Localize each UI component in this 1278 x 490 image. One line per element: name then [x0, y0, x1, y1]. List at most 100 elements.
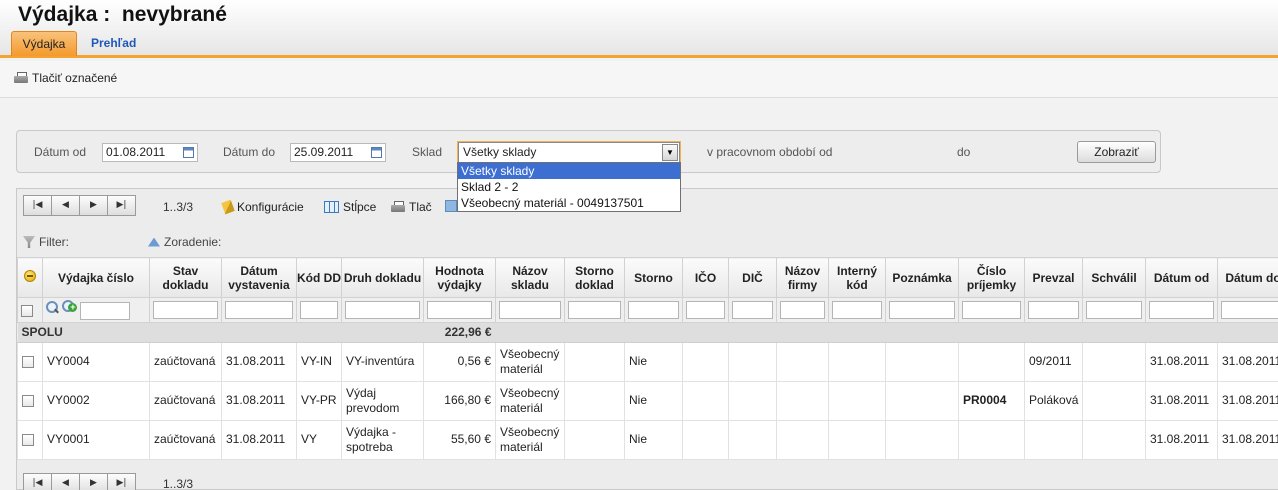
calendar-icon[interactable] [183, 147, 194, 158]
filter-input[interactable] [889, 300, 955, 319]
filter-input[interactable] [780, 300, 825, 319]
filter-input[interactable] [1149, 300, 1214, 319]
table-cell: 09/2011 [1024, 341, 1083, 382]
table-cell: VY0004 [42, 341, 150, 382]
filter-input[interactable] [345, 300, 420, 319]
table-cell: 31.08.2011 [221, 341, 297, 382]
table-cell: zaúčtovaná [149, 341, 222, 382]
table-row[interactable]: VY0001 zaúčtovaná 31.08.2011 VY Výdajka … [17, 419, 1278, 460]
filter-input[interactable] [153, 300, 218, 319]
row-checkbox-cell [17, 341, 43, 382]
column-header[interactable]: Dátum vystavenia [221, 257, 297, 298]
pager-info: 1..3/3 [163, 200, 194, 214]
next-page-button[interactable]: ▶ [79, 195, 108, 216]
table-cell [682, 341, 729, 382]
last-page-button[interactable]: ▶| [107, 195, 136, 216]
column-header[interactable]: IČO [682, 257, 729, 298]
calendar-icon[interactable] [371, 147, 382, 158]
summary-label: SPOLU [17, 322, 424, 343]
column-header[interactable]: Dátum od [1145, 257, 1218, 298]
print-button[interactable]: Tlač [391, 200, 432, 214]
column-header[interactable]: Interný kód [828, 257, 886, 298]
warehouse-option-all[interactable]: Všetky sklady [458, 163, 680, 179]
columns-button[interactable]: Stĺpce [324, 200, 376, 214]
last-page-button[interactable]: ▶| [107, 473, 136, 490]
filter-toggle[interactable]: Filter: [23, 235, 69, 249]
table-cell: 166,80 € [423, 380, 496, 421]
table-cell: 31.08.2011 [1145, 341, 1218, 382]
column-header[interactable]: Druh dokladu [341, 257, 424, 298]
search-icon[interactable] [46, 301, 59, 314]
filter-input[interactable] [732, 300, 773, 319]
date-from-field[interactable]: 01.08.2011 [102, 143, 198, 162]
column-header[interactable]: Kód DD [296, 257, 342, 298]
warehouse-option-material[interactable]: Všeobecný materiál - 0049137501 [458, 195, 680, 211]
table-row[interactable]: VY0004 zaúčtovaná 31.08.2011 VY-IN VY-in… [17, 341, 1278, 382]
column-header[interactable]: Storno doklad [564, 257, 625, 298]
filter-input[interactable] [1028, 300, 1079, 319]
filter-cell [885, 297, 959, 323]
filter-input[interactable] [79, 301, 130, 320]
sort-toggle[interactable]: Zoradenie: [148, 235, 221, 249]
filter-input[interactable] [832, 300, 882, 319]
row-checkbox[interactable] [22, 434, 34, 447]
warehouse-select[interactable]: Všetky sklady ▼ [457, 141, 681, 164]
filter-input[interactable] [568, 300, 621, 319]
row-checkbox[interactable] [22, 395, 34, 408]
table-cell [885, 380, 959, 421]
prev-page-button[interactable]: ◀ [51, 473, 80, 490]
filter-input[interactable] [686, 300, 725, 319]
print-marked-button[interactable]: Tlačiť označené [14, 71, 117, 85]
filter-input[interactable] [628, 300, 679, 319]
column-header[interactable]: Storno [624, 257, 683, 298]
filter-input[interactable] [225, 300, 293, 319]
table-cell: 31.08.2011 [1217, 341, 1278, 382]
pager-bottom: |◀ ◀ ▶ ▶| [23, 473, 136, 490]
receipt-link[interactable]: PR0004 [958, 380, 1025, 421]
column-header[interactable]: DIČ [728, 257, 777, 298]
filter-input[interactable] [499, 300, 561, 319]
table-cell[interactable] [958, 341, 1025, 382]
column-header[interactable]: Názov skladu [495, 257, 565, 298]
filter-cell [958, 297, 1025, 323]
select-all-checkbox[interactable] [21, 304, 33, 317]
column-header[interactable]: Výdajka číslo [42, 257, 150, 298]
table-cell [564, 419, 625, 460]
warehouse-option-sklad2[interactable]: Sklad 2 - 2 [458, 179, 680, 195]
summary-value: 222,96 € [423, 322, 496, 343]
filter-input[interactable] [962, 300, 1021, 319]
filter-input[interactable] [427, 300, 492, 319]
table-cell[interactable] [958, 419, 1025, 460]
tab-vydajka[interactable]: Výdajka [11, 31, 77, 56]
column-header[interactable]: Číslo príjemky [958, 257, 1025, 298]
filter-cell [341, 297, 424, 323]
column-header[interactable]: Poznámka [885, 257, 959, 298]
prev-page-button[interactable]: ◀ [51, 195, 80, 216]
warehouse-selected-value: Všetky sklady [463, 145, 537, 159]
column-header[interactable]: Hodnota výdajky [423, 257, 496, 298]
export-button[interactable] [445, 200, 457, 212]
config-button[interactable]: Konfigurácie [221, 199, 304, 215]
row-checkbox[interactable] [22, 356, 34, 369]
table-row[interactable]: VY0002 zaúčtovaná 31.08.2011 VY-PR Výdaj… [17, 380, 1278, 421]
column-header[interactable]: Prevzal [1024, 257, 1083, 298]
next-page-button[interactable]: ▶ [79, 473, 108, 490]
filter-cell [495, 297, 565, 323]
filter-cell [296, 297, 342, 323]
filter-input[interactable] [1086, 300, 1142, 319]
filter-input[interactable] [1221, 300, 1278, 319]
filter-input[interactable] [300, 300, 338, 319]
tab-prehlad[interactable]: Prehľad [83, 31, 144, 56]
filter-cell [1082, 297, 1146, 323]
first-page-button[interactable]: |◀ [23, 195, 52, 216]
column-header[interactable]: Schválil [1082, 257, 1146, 298]
search-add-icon[interactable] [62, 300, 78, 314]
first-page-button[interactable]: |◀ [23, 473, 52, 490]
date-to-field[interactable]: 25.09.2011 [290, 143, 386, 162]
chevron-down-icon[interactable]: ▼ [662, 144, 678, 161]
table-cell: VY-IN [296, 341, 342, 382]
column-header[interactable]: Stav dokladu [149, 257, 222, 298]
column-header[interactable]: Dátum do [1217, 257, 1278, 298]
column-header[interactable]: Názov firmy [776, 257, 829, 298]
show-button[interactable]: Zobraziť [1077, 141, 1156, 163]
